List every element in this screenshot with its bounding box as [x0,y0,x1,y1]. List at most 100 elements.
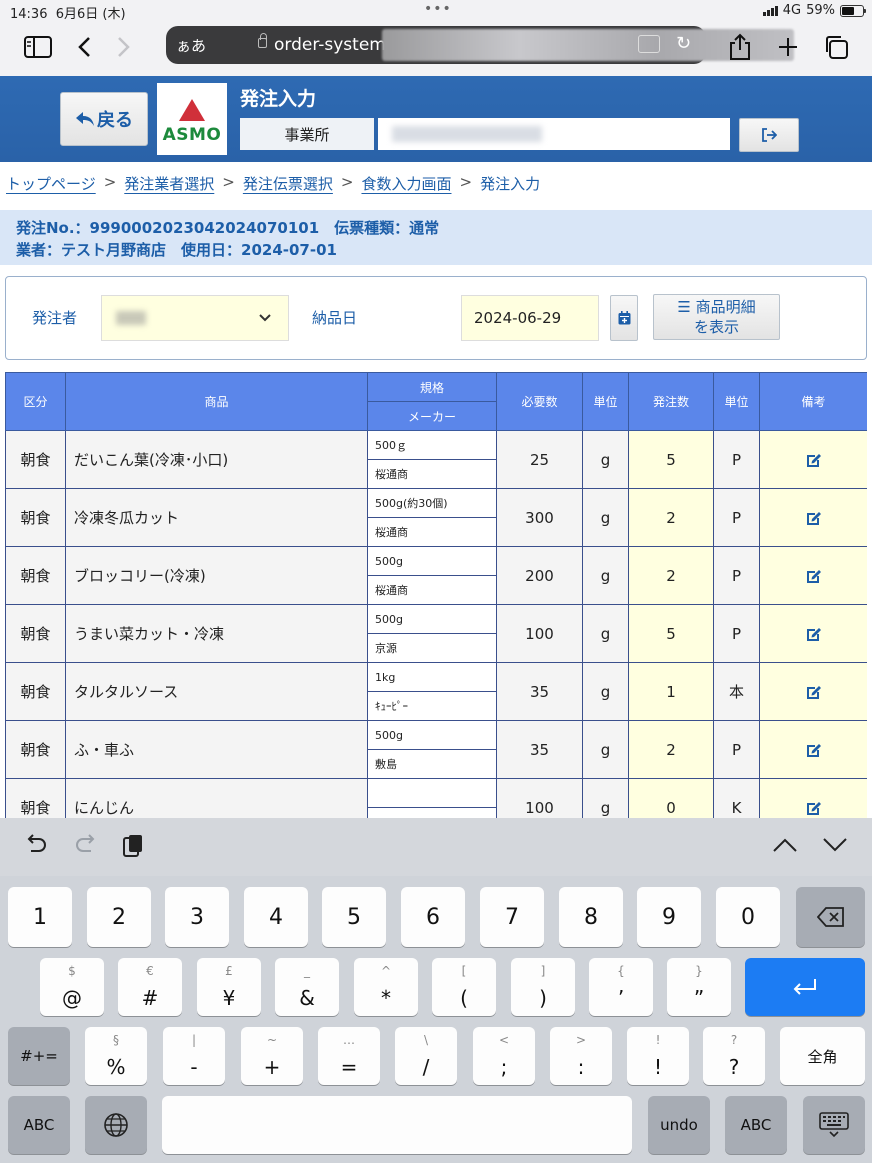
orderer-blurred-value [116,311,146,325]
logo-mark-icon [179,99,205,121]
delete-key[interactable] [796,887,865,947]
key-symbol[interactable]: € # [118,958,182,1016]
key-symbol[interactable]: ]) [511,958,575,1016]
edit-note-icon [806,627,821,641]
row-order-qty-input[interactable]: 5 [628,604,714,663]
row-required: 200 [496,546,583,605]
key-symbol[interactable]: … = [318,1027,380,1085]
orderer-select[interactable] [101,295,289,341]
symbols-shift-key[interactable]: #+= [8,1027,70,1085]
col-header-unit2: 単位 [713,372,760,431]
key-symbol[interactable]: §% [85,1027,147,1085]
row-unit: g [582,778,629,818]
key-symbol[interactable]: ^ * [354,958,418,1016]
row-required: 35 [496,720,583,779]
tabs-overview-icon[interactable] [820,32,852,62]
undo-key[interactable]: undo [648,1096,710,1154]
row-order-qty-input[interactable]: 2 [628,546,714,605]
key-digit-7[interactable]: 7 [480,887,544,947]
share-icon[interactable] [724,32,756,62]
row-note-button[interactable] [759,488,867,547]
list-icon: ☰ [677,298,691,316]
globe-key[interactable] [85,1096,147,1154]
lock-icon [258,33,267,48]
key-symbol[interactable]: _ & [275,958,339,1016]
show-product-detail-button[interactable]: ☰ 商品明細 を表示 [653,294,780,340]
delivery-date-input[interactable]: 2024-06-29 [461,295,599,341]
chevron-up-icon[interactable] [772,834,798,859]
key-digit-1[interactable]: 1 [8,887,72,947]
row-order-qty-input[interactable]: 5 [628,430,714,489]
key-digit-2[interactable]: 2 [87,887,151,947]
row-required: 300 [496,488,583,547]
undo-icon[interactable] [24,834,48,862]
breadcrumb-meal-count[interactable]: 食数入力画面 [361,173,451,194]
key-symbol[interactable]: \ / [395,1027,457,1085]
reload-icon[interactable]: ↻ [676,33,691,54]
row-order-qty-input[interactable]: 2 [628,720,714,779]
zenkaku-key[interactable]: 全角 [780,1027,865,1085]
row-note-button[interactable] [759,604,867,663]
key-sub-label: ~ [266,1033,278,1047]
redo-icon[interactable] [74,834,98,862]
key-digit-8[interactable]: 8 [559,887,623,947]
col-header-unit: 単位 [582,372,629,431]
key-digit-4[interactable]: 4 [244,887,308,947]
chevron-down-icon[interactable] [822,834,848,859]
key-digit-9[interactable]: 9 [637,887,701,947]
row-maker: 敷島 [367,749,497,779]
key-label: 8 [584,904,598,930]
key-symbol[interactable]: ~ + [241,1027,303,1085]
abc-key-left[interactable]: ABC [8,1096,70,1154]
sidebar-icon[interactable] [22,32,54,62]
key-symbol[interactable]: | - [163,1027,225,1085]
logout-button[interactable] [739,118,799,152]
key-symbol[interactable]: £ ¥ [197,958,261,1016]
row-note-button[interactable] [759,662,867,721]
key-digit-3[interactable]: 3 [165,887,229,947]
back-arrow-icon[interactable] [68,32,100,62]
calendar-button[interactable] [610,295,638,341]
back-button[interactable]: 戻る [60,92,148,146]
abc-key-right[interactable]: ABC [725,1096,787,1154]
paste-icon[interactable] [122,834,144,864]
key-symbol[interactable]: $ @ [40,958,104,1016]
row-note-button[interactable] [759,430,867,489]
key-digit-6[interactable]: 6 [401,887,465,947]
forward-arrow-icon[interactable] [108,32,140,62]
key-symbol[interactable]: ?? [703,1027,765,1085]
hide-keyboard-key[interactable] [803,1096,865,1154]
return-key[interactable] [745,958,865,1016]
row-maker: 桜通商 [367,575,497,605]
row-order-qty-input[interactable]: 1 [628,662,714,721]
reader-aa-button[interactable]: ぁあ [176,35,206,56]
row-note-button[interactable] [759,720,867,779]
order-info-line2: 業者：テスト月野商店 使用日：2024-07-01 [16,241,337,259]
multitask-dots-icon[interactable]: ••• [424,1,452,17]
key-symbol[interactable]: {’ [589,958,653,1016]
new-tab-plus-icon[interactable] [772,32,804,62]
breadcrumb-slip-select[interactable]: 発注伝票選択 [243,173,333,194]
key-digit-0[interactable]: 0 [716,887,780,947]
key-symbol[interactable]: !! [627,1027,689,1085]
order-table-scroll[interactable]: 区分 商品 規格 必要数 単位 発注数 単位 備考 メーカー 朝食 だいこん葉(… [5,372,867,818]
breadcrumb-vendor-select[interactable]: 発注業者選択 [124,173,214,194]
row-order-qty-input[interactable]: 0 [628,778,714,818]
address-bar[interactable]: ぁあ order-system ↻ [166,26,794,64]
key-digit-5[interactable]: 5 [322,887,386,947]
extension-icon[interactable] [638,35,660,53]
row-note-button[interactable] [759,778,867,818]
key-symbol[interactable]: }” [667,958,731,1016]
space-bar[interactable] [162,1096,632,1154]
key-symbol[interactable]: >: [550,1027,612,1085]
row-order-qty-input[interactable]: 2 [628,488,714,547]
row-spec: 500g(約30個) [367,488,497,518]
return-icon [793,979,816,995]
asmo-logo: ASMO [157,83,227,155]
order-form-panel: 発注者 納品日 2024-06-29 ☰ 商品明細 を表示 [5,276,867,360]
key-symbol[interactable]: <; [473,1027,535,1085]
key-symbol[interactable]: [( [432,958,496,1016]
row-note-button[interactable] [759,546,867,605]
breadcrumb-top[interactable]: トップページ [6,173,96,194]
keyboard-shortcut-bar [0,818,872,876]
